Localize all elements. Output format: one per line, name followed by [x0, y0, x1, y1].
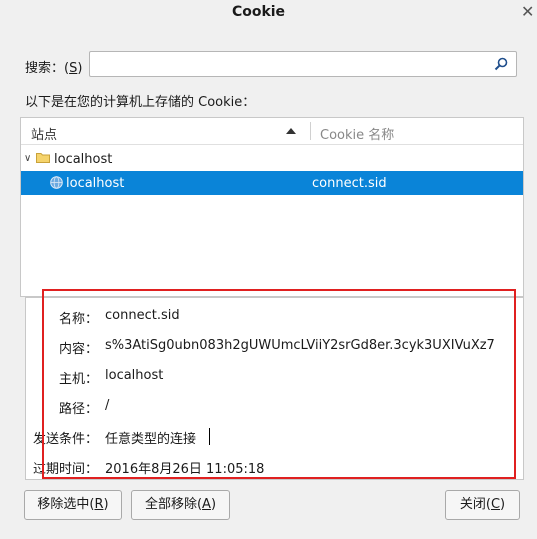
remove-selected-end: ) — [103, 497, 109, 512]
remove-all-end: ) — [210, 497, 217, 512]
cookies-caption: 以下是在您的计算机上存储的 Cookie： — [25, 95, 256, 110]
remove-all-key: A — [202, 497, 211, 512]
remove-selected-button[interactable]: 移除选中(R) — [24, 490, 122, 520]
tree-row-host[interactable]: localhost — [54, 152, 112, 167]
search-input[interactable] — [94, 54, 489, 74]
search-icon[interactable] — [493, 56, 509, 72]
close-label: 关闭( — [459, 497, 491, 512]
remove-all-button[interactable]: 全部移除(A) — [131, 490, 230, 520]
tree-row-cookie-name[interactable]: connect.sid — [312, 176, 387, 191]
tree-row-cookie-host[interactable]: localhost — [66, 176, 124, 191]
sort-ascending-icon — [286, 128, 296, 134]
highlight-annotation-box — [42, 289, 516, 479]
close-end: ) — [500, 497, 506, 512]
close-key: C — [490, 497, 501, 512]
column-divider[interactable] — [310, 122, 311, 140]
remove-all-label: 全部移除( — [144, 497, 203, 512]
folder-icon — [36, 153, 50, 163]
column-site-header[interactable]: 站点 — [31, 124, 57, 143]
column-cookie-name-header[interactable]: Cookie 名称 — [320, 124, 394, 143]
close-button[interactable]: 关闭(C) — [445, 490, 520, 520]
close-icon[interactable]: ✕ — [521, 2, 537, 22]
search-label-text: 搜索：( — [25, 61, 70, 76]
chevron-down-icon[interactable]: ∨ — [24, 153, 31, 164]
window-title: Cookie — [231, 4, 286, 20]
tree-header — [21, 118, 523, 145]
remove-selected-key: R — [94, 497, 104, 512]
remove-selected-label: 移除选中( — [37, 497, 95, 512]
search-label-end: ) — [77, 61, 83, 76]
globe-icon — [50, 176, 63, 189]
search-label: 搜索：(S) — [25, 57, 82, 76]
